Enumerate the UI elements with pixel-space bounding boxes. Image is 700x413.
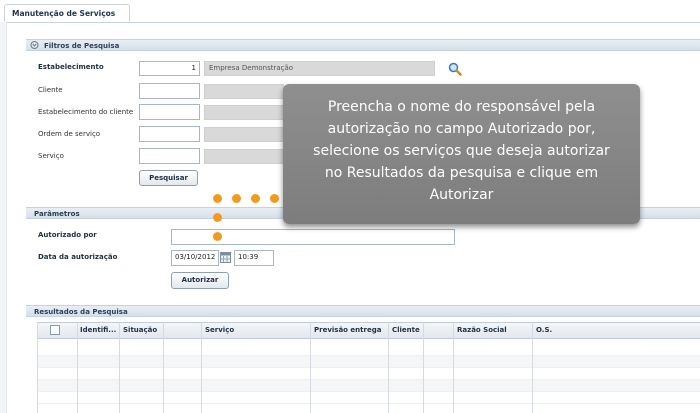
- grid-line: [532, 322, 533, 413]
- grid-line: [388, 322, 389, 413]
- servico-code-input[interactable]: [139, 148, 200, 164]
- autorizar-button[interactable]: Autorizar: [171, 272, 229, 289]
- estabelecimento-name-field: Empresa Demonstração: [204, 61, 435, 76]
- guide-dot: [213, 194, 222, 203]
- grid-line: [423, 322, 424, 413]
- col-identificador[interactable]: Identifi...: [77, 323, 122, 338]
- table-row[interactable]: [37, 344, 700, 356]
- tooltip-text: Preencha o nome do responsável pela auto…: [313, 99, 610, 203]
- time-input[interactable]: 10:39: [234, 250, 274, 266]
- grid-line: [163, 322, 164, 413]
- calendar-icon[interactable]: [220, 252, 231, 263]
- data-autorizacao-label: Data da autorização: [38, 253, 118, 261]
- guide-dot: [251, 194, 260, 203]
- ordem-servico-label: Ordem de serviço: [38, 130, 101, 138]
- params-header-label: Parâmetros: [34, 210, 80, 218]
- guide-dot: [270, 194, 279, 203]
- col-os[interactable]: O.S.: [533, 323, 593, 338]
- col-blank-1[interactable]: [164, 323, 200, 338]
- table-row[interactable]: [37, 380, 700, 392]
- filters-section-header[interactable]: Filtros de Pesquisa: [26, 39, 700, 51]
- grid-line: [37, 322, 38, 413]
- results-section-header: Resultados da Pesquisa: [26, 305, 700, 317]
- servico-desc-field: [204, 149, 284, 164]
- guide-dot: [213, 232, 222, 241]
- tab-manutencao-servicos[interactable]: Manutenção de Serviços: [4, 4, 130, 22]
- select-all-checkbox[interactable]: [50, 325, 60, 335]
- pesquisar-button[interactable]: Pesquisar: [139, 170, 198, 186]
- estabelecimento-label: Estabelecimento: [38, 63, 104, 71]
- guide-dot: [232, 194, 241, 203]
- table-row[interactable]: [37, 392, 700, 404]
- grid-line: [310, 322, 311, 413]
- table-row[interactable]: [37, 368, 700, 380]
- search-icon[interactable]: [448, 62, 462, 76]
- table-row[interactable]: [37, 356, 700, 368]
- results-grid: Identifi... Situação Serviço Previsão en…: [37, 322, 700, 413]
- servico-label: Serviço: [38, 152, 64, 160]
- col-situacao[interactable]: Situação: [120, 323, 165, 338]
- filters-header-label: Filtros de Pesquisa: [44, 42, 120, 50]
- col-servico[interactable]: Serviço: [202, 323, 302, 338]
- grid-line: [201, 322, 202, 413]
- estabelecimento-code-input[interactable]: 1: [139, 61, 200, 76]
- col-blank-2[interactable]: [424, 323, 454, 338]
- grid-line: [119, 322, 120, 413]
- guide-dot: [213, 213, 222, 222]
- tutorial-tooltip: Preencha o nome do responsável pela auto…: [283, 84, 640, 224]
- cliente-label: Cliente: [38, 86, 63, 94]
- ordem-servico-input[interactable]: [139, 126, 200, 142]
- cliente-code-input[interactable]: [139, 83, 200, 99]
- autorizado-por-label: Autorizado por: [38, 231, 97, 239]
- grid-header-row: Identifi... Situação Serviço Previsão en…: [37, 322, 700, 339]
- col-previsao-entrega[interactable]: Previsão entrega: [311, 323, 391, 338]
- estab-cliente-name-field: [204, 105, 284, 120]
- grid-line: [453, 322, 454, 413]
- estab-cliente-label: Estabelecimento do cliente: [38, 108, 134, 116]
- left-strip: [0, 22, 7, 413]
- grid-line: [77, 322, 78, 413]
- results-header-label: Resultados da Pesquisa: [34, 308, 128, 316]
- col-razao-social[interactable]: Razão Social: [454, 323, 524, 338]
- ordem-servico-desc-field: [204, 127, 284, 142]
- estab-cliente-code-input[interactable]: [139, 104, 200, 120]
- collapse-icon[interactable]: [30, 40, 39, 50]
- date-input[interactable]: 03/10/2012: [171, 250, 219, 266]
- cliente-name-field: [204, 84, 284, 99]
